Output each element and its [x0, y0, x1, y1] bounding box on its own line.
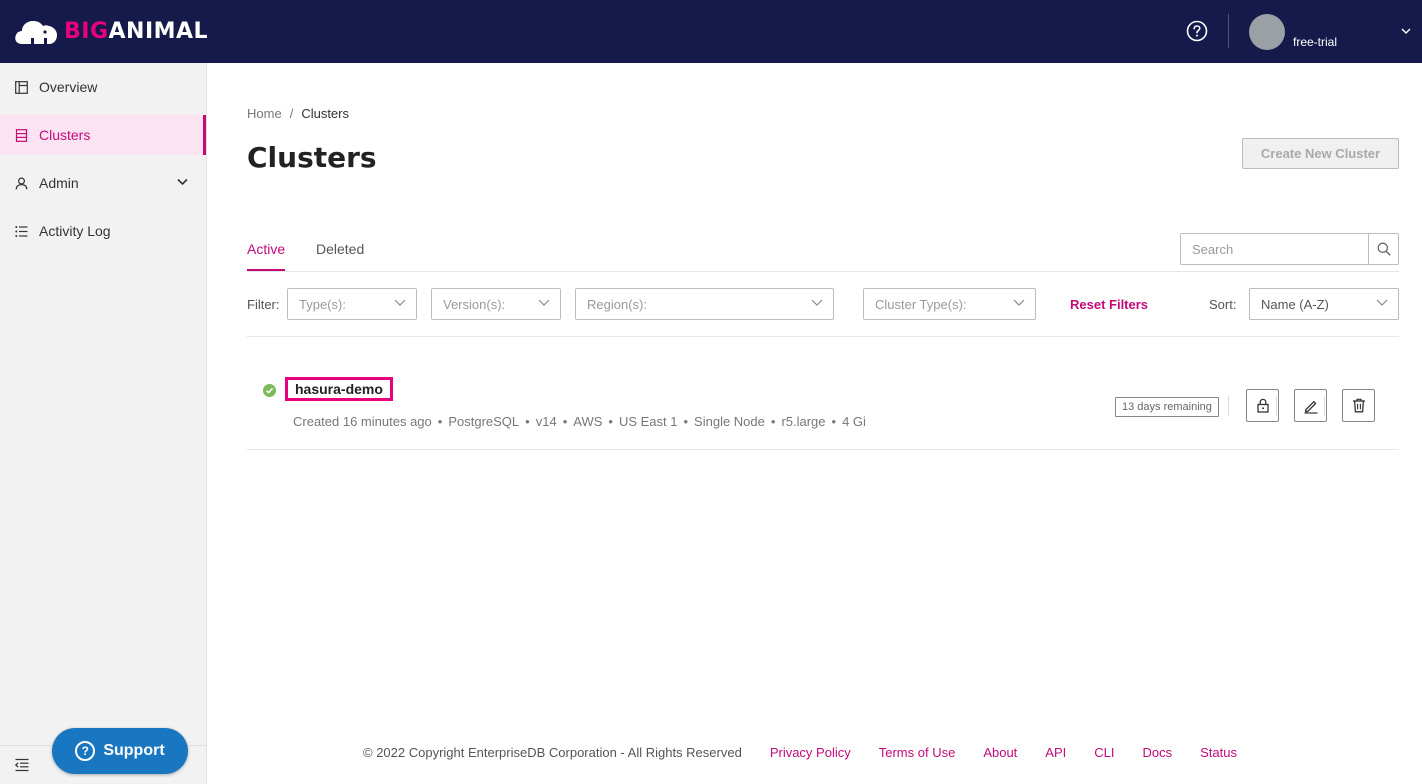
user-icon [15, 176, 29, 190]
select-placeholder: Cluster Type(s): [875, 296, 967, 312]
region-filter-select[interactable]: Region(s): [575, 288, 834, 320]
search-icon [1377, 242, 1391, 256]
cluster-provider: AWS [573, 414, 603, 429]
footer-link-status[interactable]: Status [1200, 745, 1237, 760]
lock-icon [1256, 398, 1269, 413]
select-placeholder: Type(s): [299, 296, 346, 312]
database-icon [15, 128, 29, 142]
cluster-details: Created 16 minutes ago • PostgreSQL • v14 • AW… [293, 414, 866, 429]
action-divider [1276, 396, 1277, 416]
edit-button[interactable] [1294, 389, 1327, 422]
trial-remaining-badge: 13 days remaining [1115, 397, 1219, 417]
tab-deleted[interactable]: Deleted [316, 241, 364, 257]
sidebar-item-admin[interactable]: Admin [0, 163, 206, 203]
copyright-text: © 2022 Copyright EnterpriseDB Corporatio… [363, 745, 742, 760]
search-button[interactable] [1368, 234, 1398, 264]
type-filter-select[interactable]: Type(s): [287, 288, 417, 320]
search-box [1180, 233, 1399, 265]
pencil-icon [1304, 400, 1317, 414]
select-placeholder: Region(s): [587, 296, 647, 312]
layout-icon [15, 80, 29, 94]
page-title: Clusters [247, 141, 377, 174]
brand-name: BIGANIMAL [64, 18, 209, 44]
chevron-down-icon [1013, 299, 1025, 306]
lock-button[interactable] [1246, 389, 1279, 422]
breadcrumb-separator: / [289, 106, 294, 121]
active-tab-indicator [247, 269, 285, 271]
cluster-engine: PostgreSQL [448, 414, 520, 429]
sidebar-item-label: Clusters [39, 127, 91, 143]
support-label: Support [103, 742, 165, 759]
tabs-divider [247, 271, 1399, 272]
breadcrumb-home[interactable]: Home [247, 106, 282, 121]
sidebar: Overview Clusters Admin Activity Log ? S… [0, 63, 207, 784]
filters-divider [247, 336, 1399, 337]
cluster-region: US East 1 [618, 414, 678, 429]
sidebar-item-label: Admin [39, 175, 79, 191]
search-input[interactable] [1181, 234, 1368, 264]
collapse-sidebar-icon[interactable] [15, 758, 29, 772]
sort-select[interactable]: Name (A-Z) [1249, 288, 1399, 320]
cluster-name-link[interactable]: hasura-demo [285, 377, 393, 401]
version-filter-select[interactable]: Version(s): [431, 288, 561, 320]
chevron-down-icon[interactable] [177, 178, 188, 186]
footer-link-terms-of-use[interactable]: Terms of Use [879, 745, 956, 760]
cluster-created: Created 16 minutes ago [293, 414, 432, 429]
sidebar-item-label: Overview [39, 79, 98, 95]
action-divider [1228, 396, 1229, 416]
sort-value: Name (A-Z) [1261, 296, 1329, 312]
sidebar-item-label: Activity Log [39, 223, 111, 239]
footer-link-about[interactable]: About [983, 745, 1017, 760]
elephant-cloud-icon [15, 21, 57, 44]
sidebar-item-overview[interactable]: Overview [0, 67, 206, 107]
footer-link-cli[interactable]: CLI [1094, 745, 1114, 760]
chevron-down-icon[interactable] [1400, 26, 1412, 36]
footer: © 2022 Copyright EnterpriseDB Corporatio… [363, 745, 1237, 760]
action-divider [1324, 396, 1325, 416]
cluster-type: Single Node [694, 414, 765, 429]
cluster-list-item: hasura-demo Created 16 minutes ago • Postg… [247, 360, 1399, 450]
filter-label: Filter: [247, 297, 280, 312]
sidebar-item-activity-log[interactable]: Activity Log [0, 211, 206, 251]
chevron-down-icon [1376, 299, 1388, 306]
tab-active[interactable]: Active [247, 241, 285, 257]
cluster-storage: 4 Gi [842, 414, 866, 429]
footer-link-privacy-policy[interactable]: Privacy Policy [770, 745, 851, 760]
select-placeholder: Version(s): [443, 296, 506, 312]
reset-filters-button[interactable]: Reset Filters [1070, 297, 1148, 312]
footer-link-docs[interactable]: Docs [1143, 745, 1173, 760]
footer-link-api[interactable]: API [1045, 745, 1066, 760]
question-icon: ? [75, 741, 96, 761]
top-navbar: BIGANIMAL free-trial [0, 0, 1422, 63]
trash-icon [1352, 398, 1365, 413]
biganimal-logo[interactable]: BIGANIMAL [14, 14, 208, 48]
chevron-down-icon [538, 299, 550, 306]
question-circle-icon[interactable] [1186, 20, 1208, 42]
sort-label: Sort: [1209, 297, 1237, 312]
cluster-version: v14 [535, 414, 557, 429]
avatar[interactable] [1249, 14, 1285, 50]
delete-button[interactable] [1342, 389, 1375, 422]
status-healthy-icon [263, 384, 276, 397]
navbar-divider [1228, 14, 1229, 48]
chevron-down-icon [394, 299, 406, 306]
cluster-instance: r5.large [781, 414, 826, 429]
list-icon [15, 224, 29, 238]
support-button[interactable]: ? Support [52, 728, 188, 774]
sidebar-item-clusters[interactable]: Clusters [0, 115, 206, 155]
create-new-cluster-button[interactable]: Create New Cluster [1242, 138, 1399, 169]
cluster-type-filter-select[interactable]: Cluster Type(s): [863, 288, 1036, 320]
user-name[interactable]: free-trial [1293, 35, 1337, 49]
breadcrumb: Home / Clusters [247, 106, 349, 121]
chevron-down-icon [811, 299, 823, 306]
breadcrumb-current: Clusters [301, 106, 349, 121]
